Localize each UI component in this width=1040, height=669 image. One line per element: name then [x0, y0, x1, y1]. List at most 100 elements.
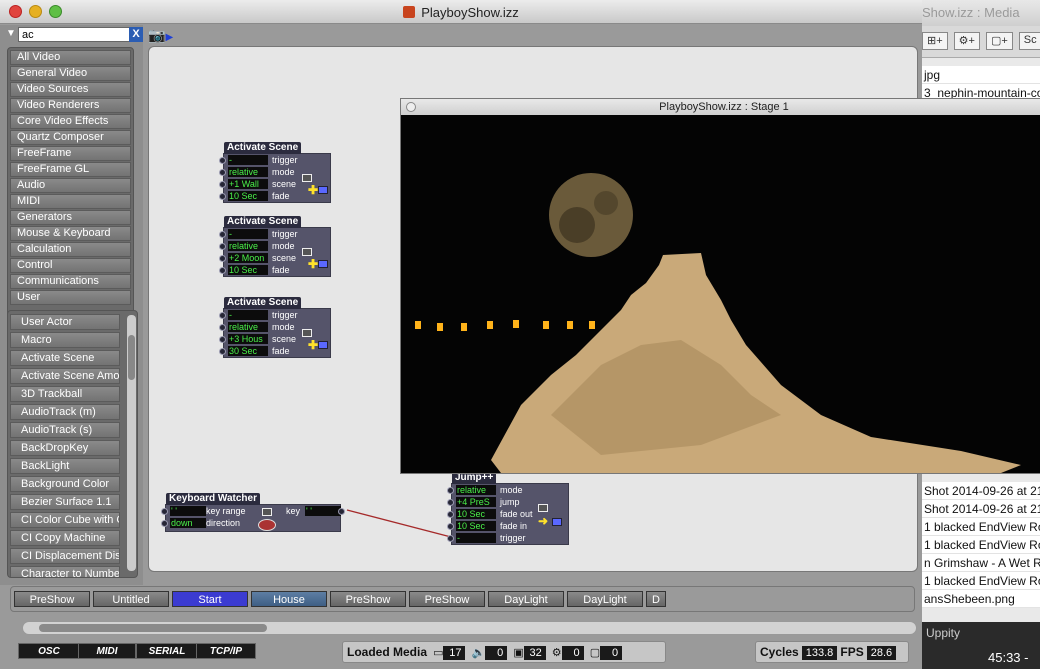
trigger-value[interactable]: - [456, 533, 496, 543]
actor-list-item[interactable]: Character to Number [10, 566, 120, 577]
jump-value[interactable]: +4 PreS [456, 497, 496, 507]
input-port[interactable] [447, 535, 454, 542]
tcpip-button[interactable]: TCP/IP [196, 643, 256, 659]
category-item[interactable]: Mouse & Keyboard [10, 226, 131, 241]
scene-tab[interactable]: PreShow [409, 591, 485, 607]
actor-list-item[interactable]: User Actor [10, 314, 120, 330]
list-item[interactable]: ansShebeen.png [918, 590, 1040, 608]
trigger-label: trigger [500, 533, 526, 543]
actor-list-item[interactable]: Activate Scene [10, 350, 120, 366]
film-icon: ▭ [433, 647, 444, 659]
add-media-button[interactable]: ⊞+ [922, 32, 948, 50]
actor-list-item[interactable]: 3D Trackball [10, 386, 120, 402]
scene-tab[interactable]: D [646, 591, 666, 607]
close-stage-button[interactable] [406, 102, 416, 112]
window-title: PlayboyShow.izz [0, 5, 922, 20]
category-item[interactable]: Calculation [10, 242, 131, 257]
category-item[interactable]: Control [10, 258, 131, 273]
category-item[interactable]: Quartz Composer [10, 130, 131, 145]
picture-icon: ▣ [513, 647, 524, 659]
actor-list-item[interactable]: Background Color [10, 476, 120, 492]
scene-tab[interactable]: DayLight [567, 591, 643, 607]
add-gear-button[interactable]: ⚙+ [953, 32, 980, 50]
sc-button[interactable]: Sc [1018, 32, 1040, 50]
scene-tab[interactable]: PreShow [14, 591, 90, 607]
search-input[interactable] [18, 27, 130, 42]
category-item[interactable]: Audio [10, 178, 131, 193]
jump-label: jump [500, 497, 520, 507]
actor-list-item[interactable]: BackLight [10, 458, 120, 474]
scene-tab[interactable]: Untitled [93, 591, 169, 607]
scene-tab[interactable]: DayLight [488, 591, 564, 607]
scrollbar-thumb[interactable] [128, 335, 135, 380]
loaded-media-label: Loaded Media [347, 645, 428, 659]
actor-list-scrollbar[interactable] [127, 315, 136, 571]
media-list-bottom: Shot 2014-09-26 at 21 Shot 2014-09-26 at… [918, 482, 1040, 608]
actor-color-swatch[interactable] [552, 518, 562, 526]
list-item[interactable]: 1 blacked EndView Ro [918, 572, 1040, 590]
snapshot-camera-icon[interactable]: 📷▶ [148, 27, 173, 44]
input-port[interactable] [447, 487, 454, 494]
category-item[interactable]: FreeFrame [10, 146, 131, 161]
fps-label: FPS [840, 645, 864, 659]
list-item[interactable]: Shot 2014-09-26 at 21 [918, 482, 1040, 500]
scrollbar-thumb[interactable] [39, 624, 267, 632]
serial-button[interactable]: SERIAL [136, 643, 198, 659]
category-item[interactable]: User [10, 290, 131, 305]
list-item[interactable]: 1 blacked EndView Ro [918, 518, 1040, 536]
other-count: 0 [600, 646, 623, 660]
category-item[interactable]: Communications [10, 274, 131, 289]
gear-icon: ⚙ [551, 647, 562, 659]
actor-list-item[interactable]: CI Color Cube with C [10, 512, 120, 528]
category-item[interactable]: FreeFrame GL [10, 162, 131, 177]
list-item[interactable]: 1 blacked EndView Ro [918, 536, 1040, 554]
input-port[interactable] [447, 523, 454, 530]
cycles-value: 133.8 [801, 646, 838, 660]
actor-list-item[interactable]: AudioTrack (s) [10, 422, 120, 438]
search-row: ▼ X [4, 27, 143, 43]
disclosure-triangle-icon[interactable]: ▼ [6, 28, 16, 39]
scene-tab[interactable]: Start [172, 591, 248, 607]
list-item[interactable]: Shot 2014-09-26 at 21 [918, 500, 1040, 518]
input-port[interactable] [447, 511, 454, 518]
category-item[interactable]: General Video [10, 66, 131, 81]
video-count: 17 [443, 646, 466, 660]
category-item[interactable]: Video Renderers [10, 98, 131, 113]
actor-list-item[interactable]: Macro [10, 332, 120, 348]
clear-search-button[interactable]: X [129, 27, 143, 42]
actor-list-item[interactable]: CI Displacement Dist [10, 548, 120, 564]
actor-list-item[interactable]: Activate Scene Amou [10, 368, 120, 384]
add-box-button[interactable]: ▢+ [985, 32, 1013, 50]
category-item[interactable]: Core Video Effects [10, 114, 131, 129]
actor-list-item[interactable]: Bezier Surface 1.1 [10, 494, 120, 510]
midi-button[interactable]: MIDI [78, 643, 136, 659]
scene-tab[interactable]: House [251, 591, 327, 607]
category-item[interactable]: MIDI [10, 194, 131, 209]
actor-list-item[interactable]: AudioTrack (m) [10, 404, 120, 420]
scene-tab[interactable]: PreShow [330, 591, 406, 607]
jump-actor[interactable]: Jump++ relative mode +4 PreS jump 10 Sec fa… [447, 472, 569, 545]
actor-list-item[interactable]: BackDropKey [10, 440, 120, 456]
mode-value[interactable]: relative [456, 485, 496, 495]
category-item[interactable]: Generators [10, 210, 131, 225]
osc-button[interactable]: OSC [18, 643, 80, 659]
desktop-strip: Uppity 45:33 - [918, 622, 1040, 669]
media-list-top: jpg 3_nephin-mountain-co [918, 66, 1040, 102]
performance-box: Cycles 133.8 FPS 28.6 [755, 641, 909, 663]
list-item[interactable]: n Grimshaw - A Wet R [918, 554, 1040, 572]
cycles-label: Cycles [760, 645, 799, 659]
list-item[interactable]: jpg [918, 66, 1040, 84]
category-item[interactable]: All Video [10, 50, 131, 65]
preview-icon[interactable] [538, 504, 548, 512]
actor-list-item[interactable]: CI Copy Machine [10, 530, 120, 546]
category-item[interactable]: Video Sources [10, 82, 131, 97]
fade-out-value[interactable]: 10 Sec [456, 509, 496, 519]
fade-in-value[interactable]: 10 Sec [456, 521, 496, 531]
stage-window[interactable]: PlayboyShow.izz : Stage 1 [400, 98, 1040, 474]
scene-list-scrollbar[interactable] [22, 621, 917, 635]
arrow-icon[interactable]: ➜ [538, 515, 548, 527]
scene-list: PreShowUntitledStartWall lightsMoonHouse… [10, 586, 915, 612]
fps-value: 28.6 [866, 646, 897, 660]
fade-out-label: fade out [500, 509, 533, 519]
input-port[interactable] [447, 499, 454, 506]
